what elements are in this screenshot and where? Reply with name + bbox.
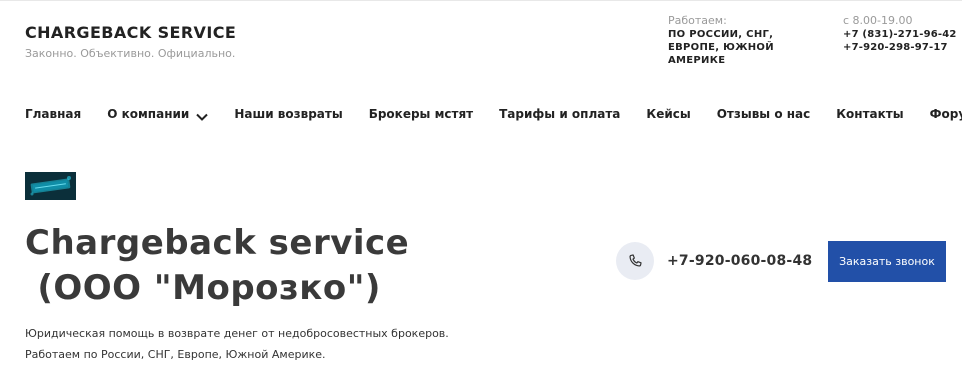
phone-icon[interactable] xyxy=(616,242,654,280)
nav-item-label: Наши возвраты xyxy=(234,107,343,121)
callback-button[interactable]: Заказать звонок xyxy=(828,241,946,282)
brand-tagline: Законно. Объективно. Официально. xyxy=(25,47,236,60)
nav-item-brokers[interactable]: Брокеры мстят xyxy=(369,107,473,121)
nav-item-label: Главная xyxy=(25,107,82,121)
hours-label: с 8.00-19.00 xyxy=(843,14,913,27)
brand-title[interactable]: CHARGEBACK SERVICE xyxy=(25,23,236,42)
nav-item-reviews[interactable]: Отзывы о нас xyxy=(717,107,811,121)
nav-item-pricing[interactable]: Тарифы и оплата xyxy=(499,107,620,121)
main-phone-link[interactable]: +7-920-060-08-48 xyxy=(667,253,812,269)
region-value: ПО РОССИИ, СНГ, ЕВРОПЕ, ЮЖНОЙ АМЕРИКЕ xyxy=(668,29,774,66)
logo-graphic xyxy=(25,172,76,200)
hours-info: с 8.00-19.00 +7 (831)-271-96-42 +7-920-2… xyxy=(843,14,961,54)
description-line-1: Юридическая помощь в возврате денег от н… xyxy=(25,327,449,340)
nav-item-contacts[interactable]: Контакты xyxy=(836,107,903,121)
nav-item-label: Кейсы xyxy=(646,107,691,121)
main-nav: Главная О компании Наши возвраты Брокеры… xyxy=(25,104,962,124)
description-line-2: Работаем по России, СНГ, Европе, Южной А… xyxy=(25,348,326,361)
region-label: Работаем: xyxy=(668,14,727,27)
nav-item-label: Контакты xyxy=(836,107,904,121)
phone-icon-graphic xyxy=(629,254,642,267)
page-title: Chargeback service (ООО "Морозко") xyxy=(25,221,545,311)
nav-item-label: Тарифы и оплата xyxy=(499,107,621,121)
logo-badge[interactable] xyxy=(25,172,76,200)
page-title-line-1: Chargeback service xyxy=(25,223,410,263)
chevron-down-icon[interactable] xyxy=(196,110,209,121)
nav-item-label: О компании xyxy=(107,107,190,121)
nav-item-cases[interactable]: Кейсы xyxy=(646,107,690,121)
nav-item-label: Форум xyxy=(929,107,962,121)
header-phone-2[interactable]: +7-920-298-97-17 xyxy=(843,41,961,54)
nav-item-home[interactable]: Главная xyxy=(25,107,81,121)
page-description: Юридическая помощь в возврате денег от н… xyxy=(25,323,585,365)
nav-item-label: Отзывы о нас xyxy=(716,107,811,121)
page-title-line-2: (ООО "Морозко") xyxy=(25,268,381,308)
nav-item-label: Брокеры мстят xyxy=(368,107,474,121)
region-info: Работаем: ПО РОССИИ, СНГ, ЕВРОПЕ, ЮЖНОЙ … xyxy=(668,14,818,67)
nav-item-returns[interactable]: Наши возвраты xyxy=(234,107,342,121)
nav-item-about[interactable]: О компании xyxy=(107,107,209,121)
nav-item-forum[interactable]: Форум xyxy=(930,107,962,121)
header-phone-1[interactable]: +7 (831)-271-96-42 xyxy=(843,28,961,41)
